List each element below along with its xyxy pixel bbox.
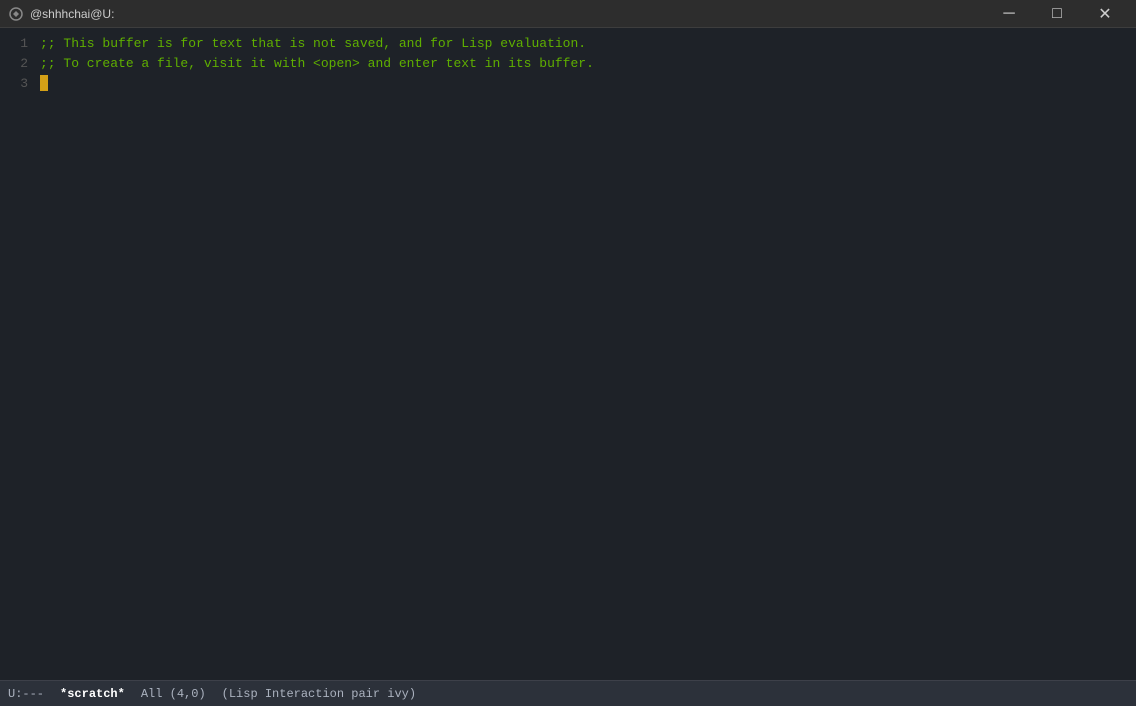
text-cursor [40,75,48,91]
status-mode: U:--- [8,687,44,701]
maximize-button[interactable]: □ [1034,0,1080,28]
line-number-2: 2 [8,54,28,74]
line-number-3: 3 [8,74,28,94]
editor-area[interactable]: 1 2 3 ;; This buffer is for text that is… [0,28,1136,680]
app-icon [8,6,24,22]
line-numbers: 1 2 3 [0,28,36,680]
line-number-1: 1 [8,34,28,54]
title-bar: @shhhchai@U: ─ □ ✕ [0,0,1136,28]
comment-line-2: ;; To create a file, visit it with <open… [40,54,594,74]
status-bar: U:--- *scratch* All (4,0) (Lisp Interact… [0,680,1136,706]
code-line-3 [40,74,1136,94]
code-line-1: ;; This buffer is for text that is not s… [40,34,1136,54]
title-bar-left: @shhhchai@U: [8,6,114,22]
status-buffer-name: *scratch* [60,687,125,701]
comment-line-1: ;; This buffer is for text that is not s… [40,34,586,54]
minimize-button[interactable]: ─ [986,0,1032,28]
status-position: All (4,0) [141,687,206,701]
close-button[interactable]: ✕ [1082,0,1128,28]
code-line-2: ;; To create a file, visit it with <open… [40,54,1136,74]
status-major-mode: (Lisp Interaction pair ivy) [222,687,416,701]
window-title: @shhhchai@U: [30,7,114,21]
code-content[interactable]: ;; This buffer is for text that is not s… [36,28,1136,680]
window-controls: ─ □ ✕ [986,0,1128,28]
